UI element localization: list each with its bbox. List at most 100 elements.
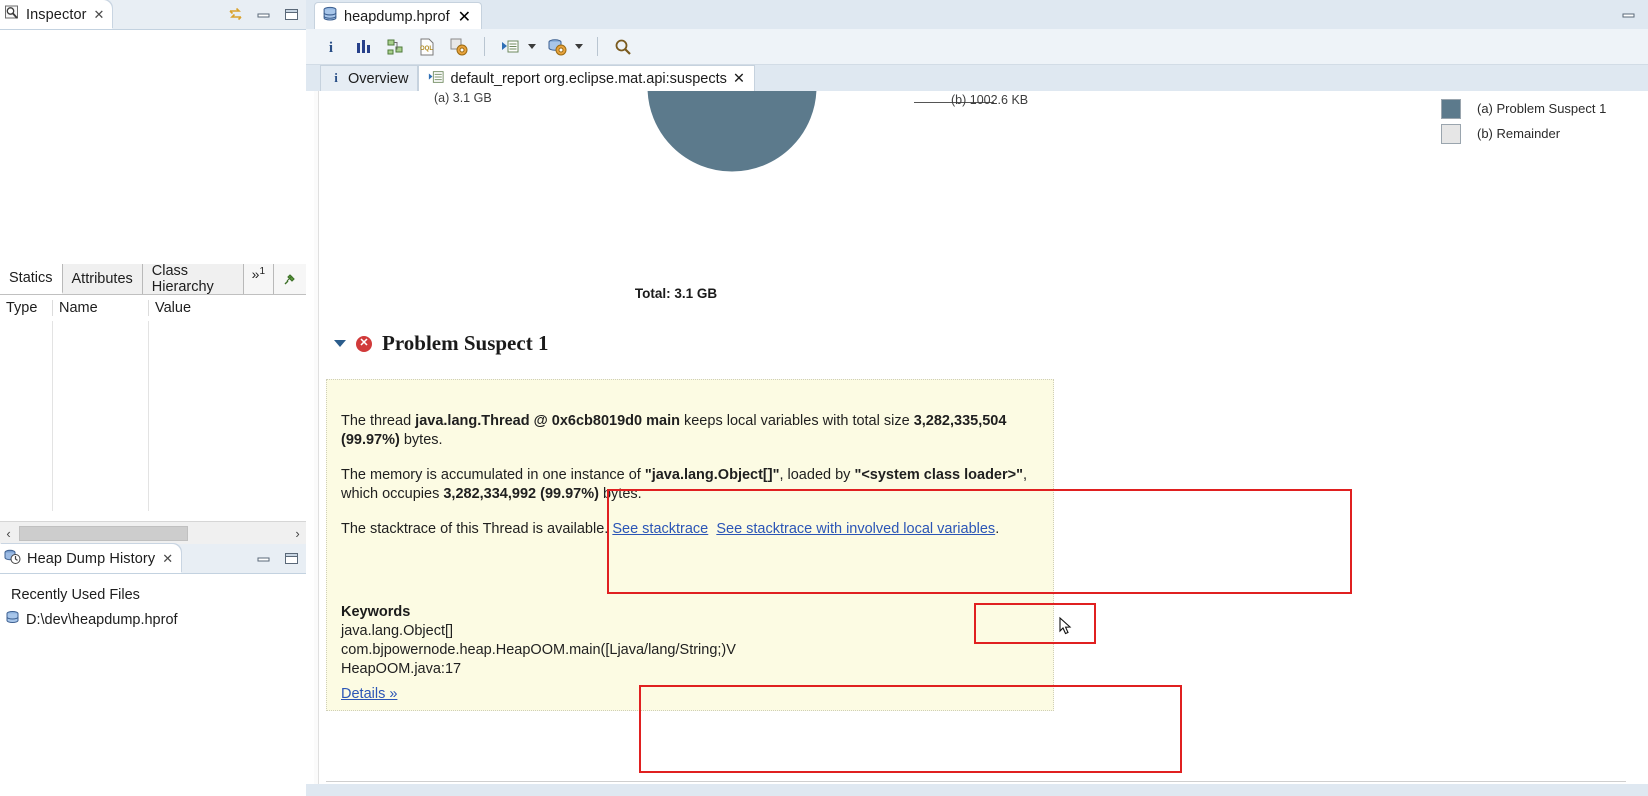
tab-inspector[interactable]: Inspector ✕ xyxy=(0,0,113,29)
overview-info-icon[interactable]: i xyxy=(320,36,342,58)
report-inner-tabbar: i Overview default_report org.eclipse.ma… xyxy=(306,65,1648,92)
tab-heap-dump-history[interactable]: Heap Dump History ✕ xyxy=(0,544,182,573)
toolbar-separator xyxy=(597,37,598,56)
keywords-block: Keywords java.lang.Object[] com.bjpowern… xyxy=(341,604,981,679)
detail-tabbar: Statics Attributes Class Hierarchy » 1 xyxy=(0,263,306,295)
tab-class-hierarchy[interactable]: Class Hierarchy xyxy=(142,263,244,295)
dominator-tree-icon[interactable] xyxy=(384,36,406,58)
svg-text:i: i xyxy=(329,40,333,56)
svg-text:OQL: OQL xyxy=(420,46,433,52)
error-icon: ✕ xyxy=(356,335,372,352)
toolbar-separator xyxy=(484,37,485,56)
pie-total-label: Total: 3.1 GB xyxy=(634,286,718,301)
inspector-view-tools xyxy=(227,0,300,29)
minimize-icon[interactable] xyxy=(255,550,272,567)
maximize-icon[interactable] xyxy=(283,6,300,23)
maximize-icon[interactable] xyxy=(1622,8,1636,26)
keyword-item: HeapOOM.java:17 xyxy=(341,660,462,677)
legend-swatch-a xyxy=(1441,98,1461,119)
history-section-label: Recently Used Files xyxy=(0,582,306,607)
history-file-path: D:\dev\heapdump.hprof xyxy=(26,611,178,628)
pie-label-b: (b) 1002.6 KB xyxy=(951,93,1029,107)
inspector-tabbar: Inspector ✕ xyxy=(0,0,306,30)
report-content: (a) 3.1 GB (b) 1002.6 KB Total: 3.1 GB (… xyxy=(306,91,1648,796)
chart-legend: (a) Problem Suspect 1 (b) Remainder xyxy=(1441,96,1606,146)
tab-class-hierarchy-label: Class Hierarchy xyxy=(151,263,214,295)
tab-overflow-button[interactable]: » 1 xyxy=(244,264,274,294)
scroll-right-arrow[interactable]: › xyxy=(289,526,306,541)
p3-pre: The stacktrace of this Thread is availab… xyxy=(341,521,613,537)
tab-default-report-suspects[interactable]: default_report org.eclipse.mat.api:suspe… xyxy=(418,65,756,91)
recently-used-files-label: Recently Used Files xyxy=(11,586,140,603)
p2-pre: The memory is accumulated in one instanc… xyxy=(341,467,645,483)
pie-graphic xyxy=(562,91,902,257)
inspector-view: Inspector ✕ xyxy=(0,0,306,265)
detail-column-headers: Type Name Value xyxy=(0,295,306,321)
editor-toolbar: i OQL xyxy=(306,29,1648,65)
p2-size: 3,282,334,992 (99.97%) xyxy=(443,486,599,503)
gear-icon[interactable] xyxy=(448,36,470,58)
history-icon xyxy=(4,548,22,570)
tab-overview[interactable]: i Overview xyxy=(320,65,419,91)
close-icon[interactable]: ✕ xyxy=(733,71,745,87)
legend-label-b: (b) Remainder xyxy=(1477,126,1561,141)
close-icon[interactable]: ✕ xyxy=(94,7,105,23)
tab-statics[interactable]: Statics xyxy=(0,264,63,294)
chevron-more-icon: » xyxy=(251,266,260,282)
object-detail-view: Statics Attributes Class Hierarchy » 1 T… xyxy=(0,263,306,544)
tab-default-report-label: default_report org.eclipse.mat.api:suspe… xyxy=(450,70,727,87)
detail-grid-empty xyxy=(0,321,306,511)
column-header-type[interactable]: Type xyxy=(0,300,52,316)
page-title: Problem Suspect 1 xyxy=(382,331,549,355)
detail-horizontal-scrollbar[interactable]: ‹ › xyxy=(0,521,306,544)
history-tab-label: Heap Dump History xyxy=(27,550,156,567)
pin-icon[interactable] xyxy=(274,264,306,294)
histogram-icon[interactable] xyxy=(352,36,374,58)
legend-item-remainder: (b) Remainder xyxy=(1441,121,1606,146)
editor-area: heapdump.hprof ✕ i OQL i Overview defaul… xyxy=(306,0,1648,796)
search-icon[interactable] xyxy=(612,36,634,58)
suspect-paragraph-1: The thread java.lang.Thread @ 0x6cb8019d… xyxy=(341,412,1041,451)
p2-loader: "<system class loader>" xyxy=(854,467,1023,483)
history-list: Recently Used Files D:\dev\heapdump.hpro… xyxy=(0,574,306,632)
run-report-icon[interactable] xyxy=(499,36,521,58)
collapse-triangle-icon[interactable] xyxy=(334,340,346,347)
problem-suspect-heading[interactable]: ✕ Problem Suspect 1 xyxy=(334,331,548,356)
p2-mid: , loaded by xyxy=(779,467,855,483)
p1-thread: java.lang.Thread @ 0x6cb8019d0 main xyxy=(415,413,680,429)
link-with-editor-icon[interactable] xyxy=(227,6,244,23)
inspector-icon xyxy=(4,4,21,26)
chevron-down-icon[interactable] xyxy=(575,44,583,49)
minimize-icon[interactable] xyxy=(255,6,272,23)
maximize-icon[interactable] xyxy=(283,550,300,567)
list-item[interactable]: D:\dev\heapdump.hprof xyxy=(0,607,306,632)
svg-text:i: i xyxy=(334,70,338,84)
legend-item-problem-suspect-1: (a) Problem Suspect 1 xyxy=(1441,96,1606,121)
footer-divider xyxy=(326,781,1626,782)
eclipse-mat-window: Inspector ✕ Statics Attributes Class Hie… xyxy=(0,0,1648,796)
history-tabbar: Heap Dump History ✕ xyxy=(0,544,306,574)
tab-heapdump-hprof[interactable]: heapdump.hprof ✕ xyxy=(314,2,483,30)
tab-attributes[interactable]: Attributes xyxy=(62,264,143,294)
link-details[interactable]: Details » xyxy=(341,686,397,702)
inspector-tab-label: Inspector xyxy=(26,6,87,23)
annotation-box-keywords xyxy=(639,685,1182,773)
pie-svg xyxy=(647,91,817,172)
heap-dump-file-icon xyxy=(5,610,20,629)
scroll-left-arrow[interactable]: ‹ xyxy=(0,526,17,541)
info-icon: i xyxy=(330,70,342,88)
legend-label-a: (a) Problem Suspect 1 xyxy=(1477,101,1607,116)
query-browser-icon[interactable] xyxy=(546,36,568,58)
column-header-value[interactable]: Value xyxy=(148,300,298,316)
close-icon[interactable]: ✕ xyxy=(458,7,471,27)
p1-pre: The thread xyxy=(341,413,416,429)
close-icon[interactable]: ✕ xyxy=(162,551,173,567)
tab-attributes-label: Attributes xyxy=(71,271,133,287)
left-panel-stack: Inspector ✕ Statics Attributes Class Hie… xyxy=(0,0,306,796)
column-header-name[interactable]: Name xyxy=(52,300,148,316)
pie-label-a: (a) 3.1 GB xyxy=(434,91,492,105)
keyword-item: com.bjpowernode.heap.HeapOOM.main([Ljava… xyxy=(341,641,736,658)
p1-mid: keeps local variables with total size xyxy=(679,413,914,429)
chevron-down-icon[interactable] xyxy=(528,44,536,49)
oql-icon[interactable]: OQL xyxy=(416,36,438,58)
